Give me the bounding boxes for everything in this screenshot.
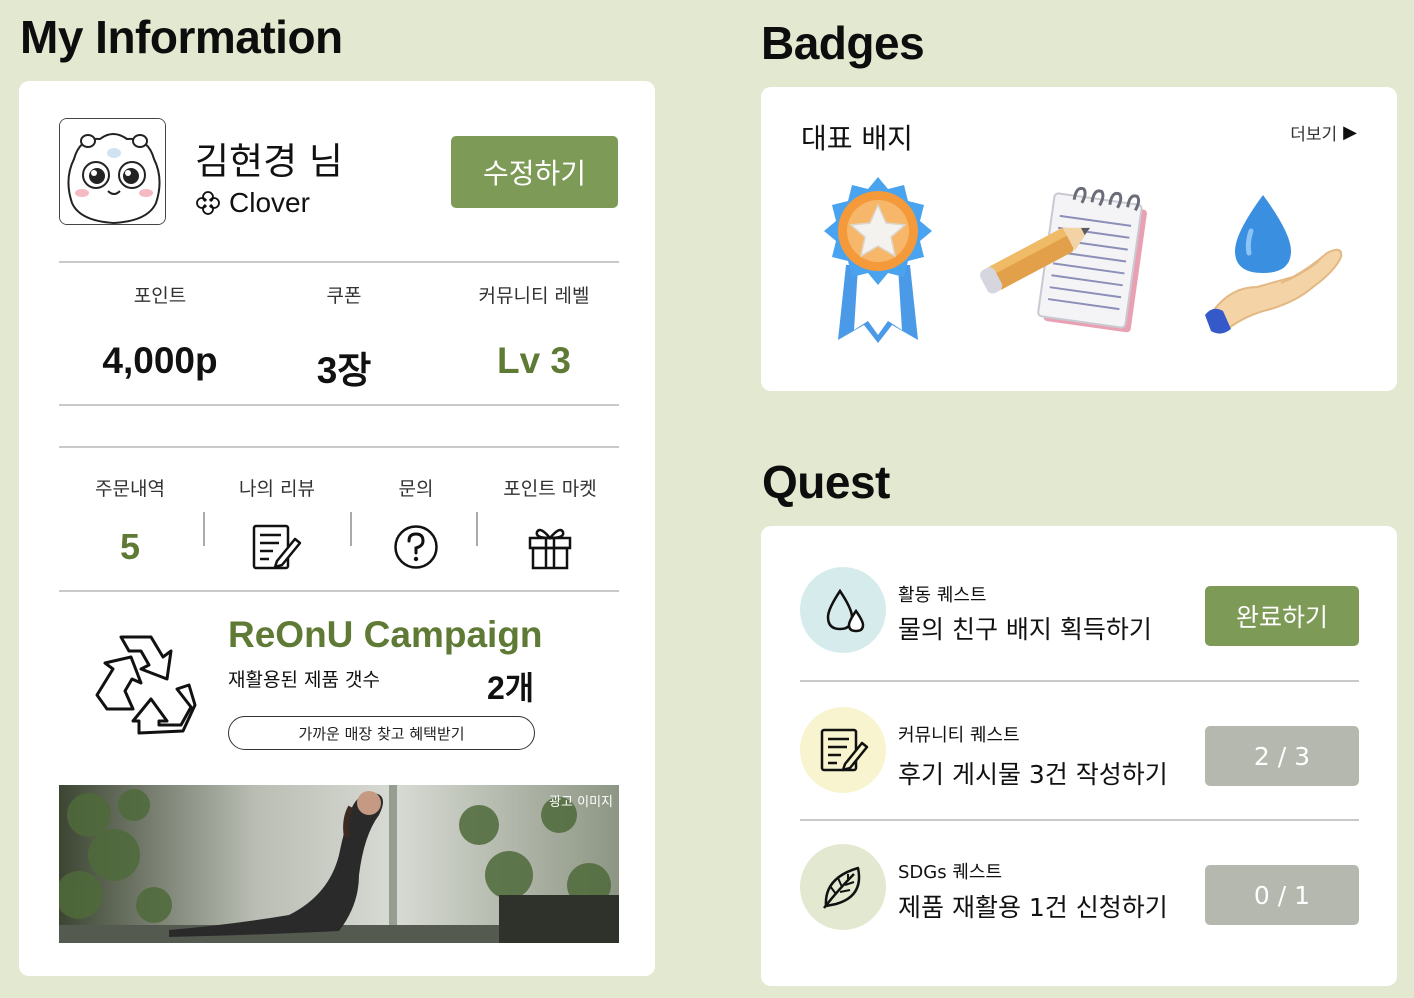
notebook-pencil-badge-icon[interactable]	[973, 187, 1153, 337]
water-drops-icon	[826, 588, 865, 633]
review-icon	[252, 524, 302, 570]
avatar[interactable]	[59, 118, 166, 225]
hamster-avatar-icon	[60, 119, 165, 224]
menu-label: 문의	[398, 478, 434, 500]
menu-label: 포인트 마켓	[503, 478, 597, 500]
divider	[800, 819, 1359, 821]
stat-value: 4,000p	[102, 340, 218, 381]
section-title-badges: Badges	[761, 17, 925, 69]
leaf-icon	[823, 866, 861, 909]
quest-category: 활동 퀘스트	[898, 585, 987, 606]
quest-icon-badge	[800, 707, 886, 793]
quest-title: 제품 재활용 1건 신청하기	[898, 893, 1168, 922]
my-information-card: 김현경 님 Clover 수정하기 포인트 4,000p 쿠폰 3장 커뮤니티 …	[19, 81, 655, 976]
quest-title: 후기 게시물 3건 작성하기	[898, 760, 1168, 789]
quest-icon-badge	[800, 844, 886, 930]
divider	[59, 446, 619, 448]
quest-icon-badge	[800, 567, 886, 653]
divider	[59, 590, 619, 592]
stat-label: 커뮤니티 레벨	[478, 285, 590, 307]
featured-badges-title: 대표 배지	[801, 122, 913, 155]
user-name: 김현경 님	[195, 140, 343, 183]
more-link[interactable]: 더보기 ▶	[1290, 120, 1357, 145]
quest-title: 물의 친구 배지 획득하기	[898, 615, 1152, 644]
star-medal-badge-icon[interactable]	[816, 175, 940, 345]
recycle-icon	[95, 635, 197, 735]
menu-label: 주문내역	[95, 478, 165, 500]
menu-order-history[interactable]: 주문내역 5	[60, 474, 200, 573]
quest-card: 활동 퀘스트 물의 친구 배지 획득하기 완료하기 커뮤니티 퀘스트 후기 게시…	[761, 526, 1397, 986]
clover-icon	[196, 191, 220, 215]
ad-banner[interactable]: 광고 이미지	[59, 785, 619, 943]
divider	[800, 680, 1359, 682]
stat-value: Lv 3	[496, 340, 572, 381]
more-label: 더보기	[1290, 125, 1338, 145]
menu-label: 나의 리뷰	[239, 478, 315, 500]
order-count: 5	[119, 526, 141, 567]
quest-category: SDGs 퀘스트	[898, 862, 1003, 883]
menu-point-market[interactable]: 포인트 마켓	[480, 474, 620, 573]
stat-value: 3장	[316, 350, 372, 391]
question-icon	[394, 525, 438, 569]
menu-my-reviews[interactable]: 나의 리뷰	[207, 474, 347, 573]
grade-label: Clover	[229, 187, 310, 218]
gift-icon	[528, 528, 572, 570]
divider	[476, 512, 478, 546]
quest-progress-button[interactable]: 2 / 3	[1205, 726, 1359, 786]
water-drop-hand-badge-icon[interactable]	[1201, 191, 1351, 341]
stat-community-level[interactable]: 커뮤니티 레벨 Lv 3	[449, 281, 619, 382]
divider	[59, 261, 619, 263]
badges-card: 대표 배지 더보기 ▶	[761, 87, 1397, 391]
section-title-quest: Quest	[762, 456, 890, 508]
find-store-button[interactable]: 가까운 매장 찾고 혜택받기	[228, 716, 535, 750]
menu-inquiry[interactable]: 문의	[346, 474, 486, 573]
complete-quest-button[interactable]: 완료하기	[1205, 586, 1359, 646]
recycled-count: 2개	[487, 670, 535, 706]
divider	[203, 512, 205, 546]
ad-label: 광고 이미지	[549, 795, 613, 810]
review-icon	[820, 728, 869, 772]
play-arrow-icon: ▶	[1343, 122, 1357, 143]
section-title-my-information: My Information	[20, 11, 343, 63]
stat-label: 포인트	[133, 285, 187, 307]
user-grade: Clover	[195, 187, 310, 219]
campaign-title: ReOnU Campaign	[228, 614, 543, 655]
stat-label: 쿠폰	[326, 285, 362, 307]
campaign-label: 재활용된 제품 갯수	[228, 669, 380, 691]
quest-category: 커뮤니티 퀘스트	[898, 725, 1020, 746]
divider	[59, 404, 619, 406]
stat-coupons[interactable]: 쿠폰 3장	[259, 281, 429, 394]
quest-progress-button[interactable]: 0 / 1	[1205, 865, 1359, 925]
edit-profile-button[interactable]: 수정하기	[451, 136, 618, 208]
yoga-photo	[59, 785, 619, 943]
stat-points[interactable]: 포인트 4,000p	[75, 281, 245, 382]
